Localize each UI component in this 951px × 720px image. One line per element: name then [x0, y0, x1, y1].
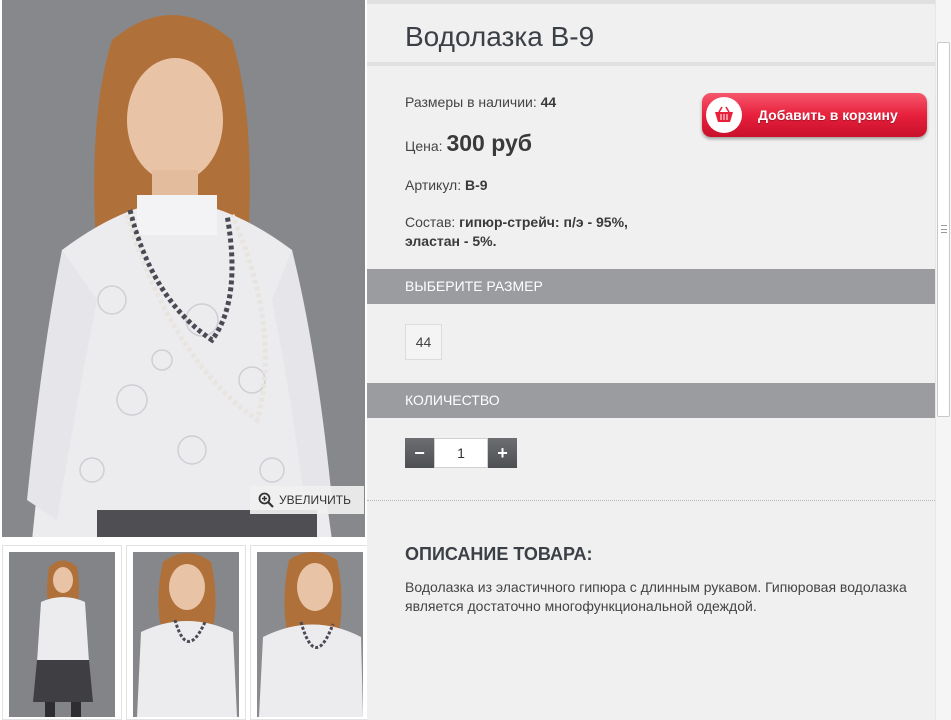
quantity-decrease-button[interactable]: −: [405, 438, 434, 468]
thumbnail-2[interactable]: [126, 545, 246, 720]
composition-label: Состав:: [405, 214, 456, 230]
sku: Артикул: В-9: [405, 177, 488, 193]
description-title: ОПИСАНИЕ ТОВАРА:: [405, 544, 593, 564]
add-to-cart-label: Добавить в корзину: [758, 107, 898, 123]
composition-value-line2: эластан - 5%.: [405, 233, 497, 249]
sku-value: В-9: [464, 177, 488, 193]
section-divider: [367, 500, 935, 501]
size-section-header: ВЫБЕРИТЕ РАЗМЕР: [367, 269, 935, 304]
thumbnail-3-image: [257, 552, 363, 717]
price-value: 300 руб: [446, 130, 532, 156]
zoom-in-icon: [258, 492, 274, 508]
size-option-label: 44: [415, 334, 432, 350]
composition: Состав: гипюр-стрейч: п/э - 95%, эластан…: [405, 213, 628, 251]
basket-icon-badge: [706, 97, 742, 133]
scrollbar-thumb[interactable]: [937, 42, 950, 417]
model-photo-illustration: [2, 0, 365, 537]
quantity-section-header: КОЛИЧЕСТВО: [367, 383, 935, 418]
basket-icon: [715, 106, 733, 122]
zoom-button-label: УВЕЛИЧИТЬ: [279, 493, 351, 507]
sizes-label: Размеры в наличии:: [405, 94, 537, 110]
quantity-input[interactable]: [434, 438, 488, 468]
size-section-title: ВЫБЕРИТЕ РАЗМЕР: [405, 278, 543, 294]
price: Цена: 300 руб: [405, 130, 532, 157]
main-product-photo[interactable]: УВЕЛИЧИТЬ: [2, 0, 365, 537]
product-panel: Водолазка В-9 Размеры в наличии: 44 Цена…: [367, 0, 935, 720]
zoom-button[interactable]: УВЕЛИЧИТЬ: [250, 486, 364, 514]
add-to-cart-button[interactable]: Добавить в корзину: [702, 93, 927, 137]
title-bar: Водолазка В-9: [367, 4, 935, 66]
plus-icon: +: [497, 442, 508, 463]
description-text: Водолазка из эластичного гипюра с длинны…: [405, 579, 907, 614]
thumbnail-1[interactable]: [2, 545, 122, 720]
vertical-scrollbar[interactable]: [935, 0, 951, 720]
quantity-increase-button[interactable]: +: [488, 438, 517, 468]
thumbnail-1-image: [9, 552, 115, 717]
price-label: Цена:: [405, 138, 443, 154]
available-sizes: Размеры в наличии: 44: [405, 94, 556, 110]
product-title: Водолазка В-9: [405, 21, 595, 52]
size-option-44[interactable]: 44: [405, 324, 442, 360]
minus-icon: −: [414, 442, 425, 463]
composition-value-line1: гипюр-стрейч: п/э - 95%,: [459, 214, 628, 230]
thumbnail-2-image: [133, 552, 239, 717]
sizes-value: 44: [540, 94, 557, 110]
quantity-stepper: − +: [405, 438, 517, 468]
quantity-section-title: КОЛИЧЕСТВО: [405, 392, 500, 408]
thumbnail-3[interactable]: [250, 545, 370, 720]
scrollbar-grip-icon: [941, 225, 947, 233]
sku-label: Артикул:: [405, 177, 462, 193]
